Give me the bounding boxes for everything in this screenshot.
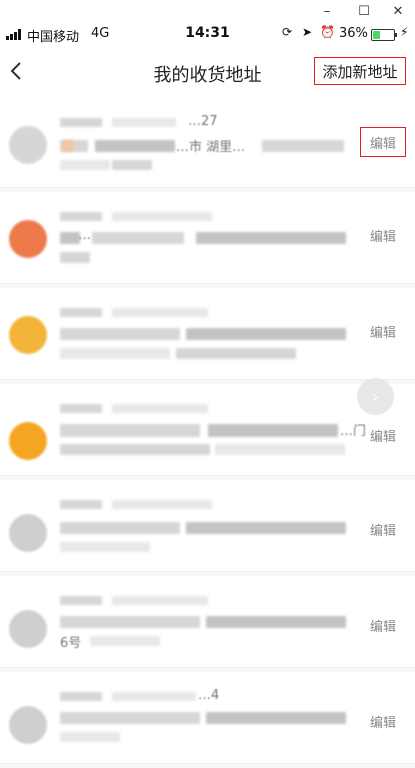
edit-button[interactable]: 编辑 [360, 220, 406, 250]
address-row[interactable]: …门 编辑 [0, 384, 415, 476]
avatar [9, 706, 47, 744]
address-list: …27 …市 湖里… 编辑 … 编辑 编辑 …门 编辑 编辑 6号 编辑 …4 … [0, 96, 415, 768]
minimize-button[interactable]: – [312, 0, 342, 22]
address-row[interactable]: 6号 编辑 [0, 576, 415, 668]
address-peek-line: 6号 [60, 636, 82, 651]
floating-arrow-button[interactable]: › [357, 378, 394, 415]
battery-percent: 36% [339, 26, 368, 41]
address-peek-top: …4 [198, 688, 220, 703]
address-peek-line: …市 湖里… [176, 140, 246, 155]
maximize-button[interactable]: ☐ [349, 0, 379, 22]
rotation-lock-icon: ⟳ [282, 25, 293, 39]
battery-icon [371, 29, 397, 41]
avatar [9, 316, 47, 354]
address-peek-top: …27 [188, 114, 218, 129]
address-row[interactable]: …27 …市 湖里… 编辑 [0, 96, 415, 188]
close-button[interactable]: ✕ [383, 0, 413, 22]
window-chrome: – ☐ ✕ [0, 0, 415, 22]
edit-button[interactable]: 编辑 [360, 610, 406, 640]
avatar [9, 220, 47, 258]
location-icon: ➤ [302, 25, 313, 39]
status-bar: 中国移动 4G 14:31 ⟳ ➤ ⏰ 36% ⚡ [0, 22, 415, 48]
edit-button[interactable]: 编辑 [360, 420, 406, 450]
address-peek-line: … [78, 228, 91, 243]
avatar [9, 126, 47, 164]
charging-icon: ⚡ [400, 25, 409, 39]
chevron-right-icon: › [372, 387, 379, 406]
avatar [9, 514, 47, 552]
edit-button[interactable]: 编辑 [360, 127, 406, 157]
avatar [9, 610, 47, 648]
nav-bar: 我的收货地址 添加新地址 [0, 48, 415, 96]
address-row[interactable]: … 编辑 [0, 192, 415, 284]
address-row[interactable]: 编辑 [0, 288, 415, 380]
add-address-button[interactable]: 添加新地址 [314, 57, 406, 85]
edit-button[interactable]: 编辑 [360, 514, 406, 544]
edit-button[interactable]: 编辑 [360, 706, 406, 736]
address-row[interactable]: …4 编辑 [0, 672, 415, 764]
avatar [9, 422, 47, 460]
alarm-icon: ⏰ [320, 25, 335, 39]
address-row[interactable]: 编辑 [0, 480, 415, 572]
edit-button[interactable]: 编辑 [360, 316, 406, 346]
